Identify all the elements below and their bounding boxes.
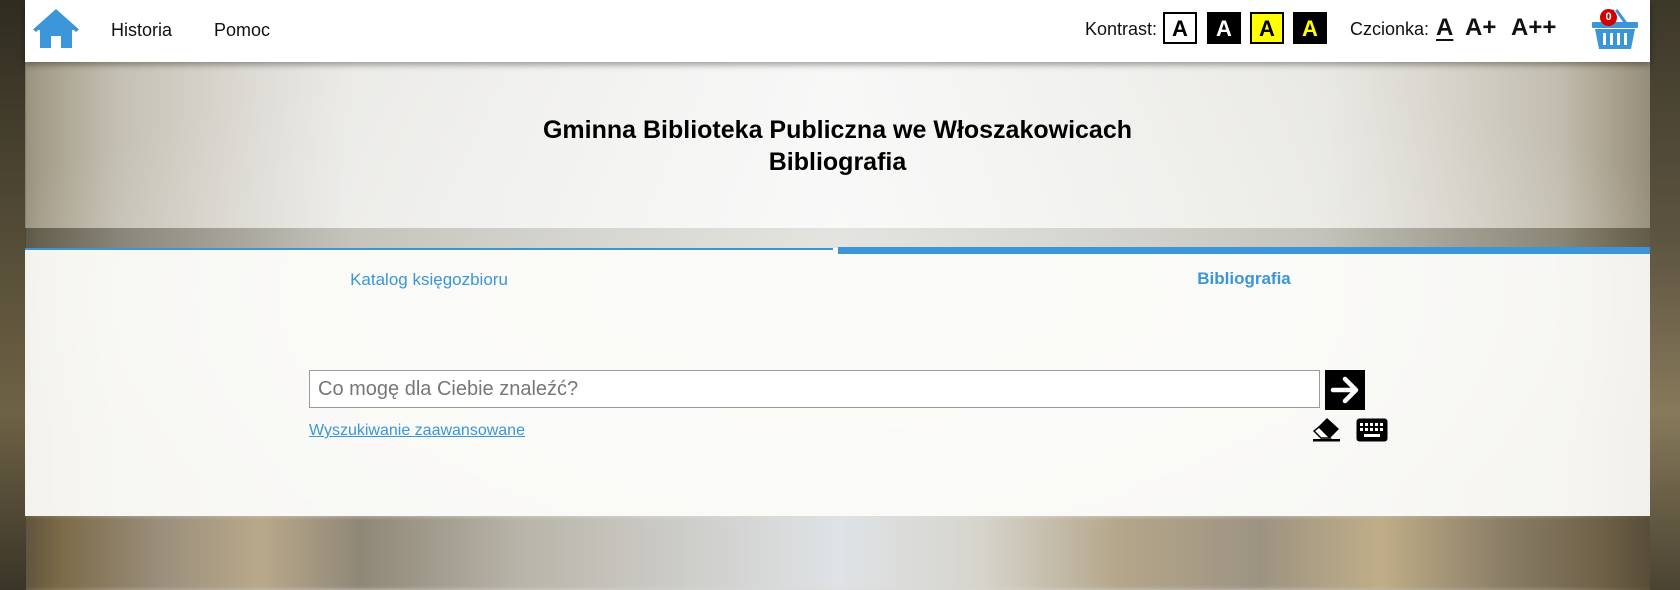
background-left [0,0,26,590]
background-right [1650,0,1680,590]
font-size-label: Czcionka: [1350,19,1430,39]
tab-bibliografia-label: Bibliografia [1197,269,1291,288]
nav-historia[interactable]: Historia [111,20,172,41]
contrast-label: Kontrast: [1085,19,1158,39]
search-submit-button[interactable] [1325,370,1365,410]
page-title: Gminna Biblioteka Publiczna we Włoszakow… [25,114,1650,178]
arrow-right-icon [1330,376,1359,404]
header-banner: Gminna Biblioteka Publiczna we Włoszakow… [25,62,1650,228]
search-panel: Katalog księgozbioru Bibliografia Wyszuk… [25,247,1650,516]
eraser-icon[interactable] [1311,416,1341,442]
library-name: Gminna Biblioteka Publiczna we Włoszakow… [542,116,1133,144]
tab-katalog-label: Katalog księgozbioru [350,270,508,289]
contrast-yellow-on-black-button[interactable]: A [1293,12,1327,44]
cart-count-badge: 0 [1600,9,1617,26]
home-icon[interactable] [33,8,79,50]
tab-bibliografia[interactable]: Bibliografia [838,247,1650,304]
font-size-large-button[interactable]: A+ [1465,14,1496,42]
font-size-normal-button[interactable]: A [1436,14,1453,42]
tabs-strip [25,228,1650,248]
contrast-default-button[interactable]: A [1163,12,1197,44]
section-name: Bibliografia [768,148,907,176]
advanced-search-link[interactable]: Wyszukiwanie zaawansowane [309,422,525,440]
nav-pomoc[interactable]: Pomoc [214,20,270,41]
font-size-xlarge-button[interactable]: A++ [1511,14,1556,42]
contrast-black-on-yellow-button[interactable]: A [1250,12,1284,44]
keyboard-icon[interactable] [1356,418,1388,442]
contrast-white-on-black-button[interactable]: A [1207,12,1241,44]
background-bottom [0,516,1680,590]
search-input[interactable] [309,370,1320,408]
top-bar: Historia Pomoc Kontrast: A A A A Czcionk… [25,0,1650,62]
tab-katalog[interactable]: Katalog księgozbioru [25,248,833,300]
